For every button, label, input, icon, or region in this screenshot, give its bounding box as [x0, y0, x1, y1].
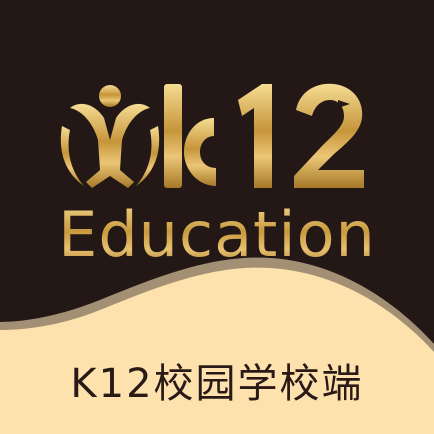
app-icon: Education K12校园学校端 [0, 0, 434, 434]
tagline: Education [0, 200, 434, 270]
app-name: K12校园学校端 [70, 361, 364, 407]
